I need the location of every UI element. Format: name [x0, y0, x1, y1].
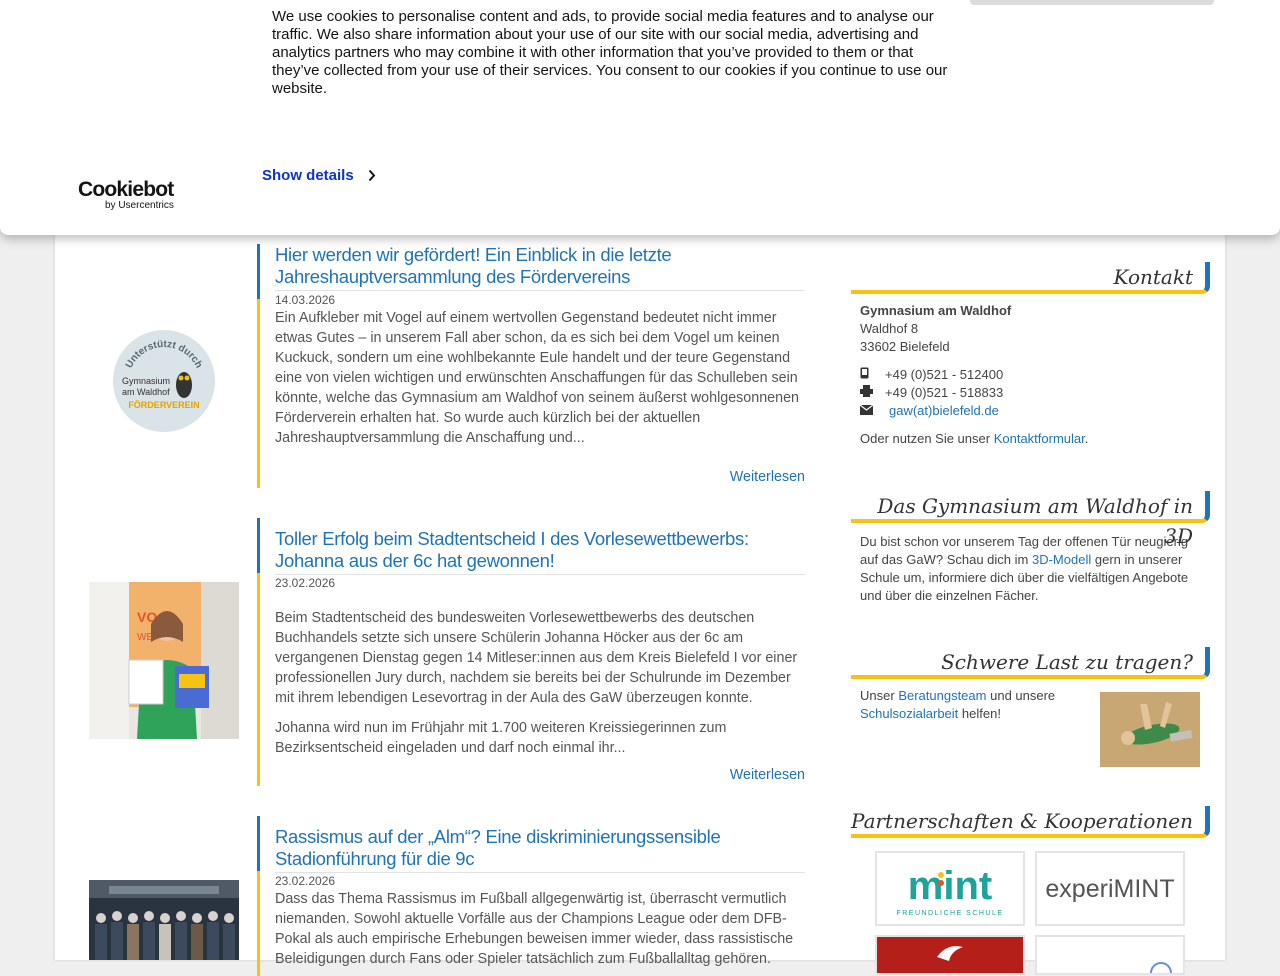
article-excerpt: Ein Aufkleber mit Vogel auf einem wertvo…	[275, 308, 805, 448]
article-paragraph: Johanna wird nun im Frühjahr mit 1.700 w…	[275, 720, 727, 756]
cookie-action-bar[interactable]	[970, 0, 1214, 5]
contact-form-prefix: Oder nutzen Sie unser	[860, 431, 991, 446]
article-excerpt: Dass das Thema Rassismus im Fußball allg…	[275, 889, 805, 969]
contact-form-link[interactable]: Kontaktformular	[994, 431, 1085, 446]
article-date: 23.02.2026	[275, 576, 336, 590]
widget-heading: Schwere Last zu tragen?	[851, 647, 1210, 679]
article-paragraph: Dass das Thema Rassismus im Fußball allg…	[275, 891, 794, 967]
article-date: 23.02.2026	[275, 874, 336, 888]
read-more-link[interactable]: Weiterlesen	[730, 767, 805, 783]
partner-logo-blue[interactable]	[1035, 935, 1185, 975]
widget-text: Unser Beratungsteam und unsere Schulsozi…	[851, 679, 1071, 723]
fax-number: +49 (0)521 - 518833	[885, 385, 1004, 400]
contact-form-line: Oder nutzen Sie unser Kontaktformular.	[860, 430, 1210, 448]
article-title[interactable]: Rassismus auf der „Alm“? Eine diskrimini…	[275, 816, 805, 873]
text-segment: helfen!	[961, 706, 1001, 721]
partner-logo-red[interactable]	[875, 935, 1025, 975]
chevron-right-icon	[368, 169, 376, 181]
widget-heading: Kontakt	[851, 262, 1210, 294]
svg-text:FREUNDLICHE SCHULE: FREUNDLICHE SCHULE	[896, 910, 1003, 917]
widget-3d-model: Das Gymnasium am Waldhof in 3D Du bist s…	[851, 491, 1210, 605]
article-foerderverein: Hier werden wir gefördert! Ein Einblick …	[257, 244, 805, 488]
cookiebot-wordmark: Cookiebot	[78, 178, 174, 201]
svg-text:WE: WE	[137, 632, 153, 643]
article-date: 14.03.2026	[275, 293, 336, 307]
foerderverein-badge: Unterstützt durch Gymnasium am Waldhof F…	[112, 329, 216, 433]
widget-text: Du bist schon vor unserem Tag der offene…	[851, 523, 1210, 605]
street-address: Waldhof 8	[860, 321, 919, 336]
envelope-icon	[859, 402, 885, 420]
text-segment: und unsere	[990, 688, 1056, 703]
article-title[interactable]: Toller Erfolg beim Stadtentscheid I des …	[275, 518, 805, 575]
printer-icon	[860, 384, 885, 402]
widget-partner: Partnerschaften & Kooperationen	[851, 806, 1210, 838]
show-details-label: Show details	[262, 166, 354, 184]
article-vorlesewettbewerb: Toller Erfolg beim Stadtentscheid I des …	[257, 518, 805, 786]
show-details-button[interactable]: Show details	[262, 165, 376, 185]
widget-kontakt: Kontakt Gymnasium am Waldhof Waldhof 8 3…	[851, 262, 1210, 448]
schulsozialarbeit-link[interactable]: Schulsozialarbeit	[860, 706, 958, 721]
article-excerpt: Beim Stadtentscheid des bundesweiten Vor…	[275, 608, 805, 758]
school-name: Gymnasium am Waldhof	[860, 303, 1012, 318]
cookie-consent-text: We use cookies to personalise content an…	[272, 8, 948, 97]
article-photo-stadion	[89, 880, 239, 960]
article-photo-johanna: VO WE	[89, 582, 239, 739]
article-rassismus: Rassismus auf der „Alm“? Eine diskrimini…	[257, 816, 805, 976]
widget-heading: Das Gymnasium am Waldhof in 3D	[851, 491, 1210, 548]
svg-text:experiMINT: experiMINT	[1045, 875, 1174, 903]
cookiebot-byline: by Usercentrics	[105, 200, 174, 211]
svg-text:am Waldhof: am Waldhof	[122, 387, 170, 397]
email-line: gaw(at)bielefeld.de	[859, 402, 1210, 420]
svg-text:FÖRDERVEREIN: FÖRDERVEREIN	[128, 400, 199, 410]
email-link[interactable]: gaw(at)bielefeld.de	[889, 402, 999, 420]
widget-heading: Partnerschaften & Kooperationen	[851, 806, 1210, 838]
article-paragraph: Ein Aufkleber mit Vogel auf einem wertvo…	[275, 310, 799, 446]
phone-line: +49 (0)521 - 512400	[860, 366, 1210, 384]
mint-freundliche-schule-logo[interactable]: mint FREUNDLICHE SCHULE	[875, 851, 1025, 926]
cookiebot-logo: Cookiebot by Usercentrics	[78, 179, 188, 213]
beratungsteam-link[interactable]: Beratungsteam	[898, 688, 986, 703]
read-more-link[interactable]: Weiterlesen	[730, 469, 805, 485]
svg-text:mint: mint	[908, 864, 992, 908]
city-address: 33602 Bielefeld	[860, 339, 950, 354]
article-paragraph: Beim Stadtentscheid des bundesweiten Vor…	[275, 610, 798, 706]
3d-model-link[interactable]: 3D-Modell	[1032, 552, 1091, 567]
article-accent-border	[257, 244, 260, 488]
text-segment: Unser	[860, 688, 895, 703]
widget-beratung: Schwere Last zu tragen? Unser Beratungst…	[851, 647, 1210, 767]
svg-text:Gymnasium: Gymnasium	[122, 376, 170, 386]
contact-details: Gymnasium am Waldhof Waldhof 8 33602 Bie…	[851, 294, 1210, 448]
cookie-consent-banner: We use cookies to personalise content an…	[0, 0, 1280, 235]
article-accent-border	[257, 518, 260, 786]
experimint-logo[interactable]: experiMINT	[1035, 851, 1185, 926]
beratung-image	[1100, 692, 1200, 767]
article-accent-border	[257, 816, 260, 976]
fax-line: +49 (0)521 - 518833	[860, 384, 1210, 402]
contact-form-suffix: .	[1084, 431, 1089, 446]
phone-number: +49 (0)521 - 512400	[885, 367, 1004, 382]
mobile-phone-icon	[860, 366, 885, 384]
article-title[interactable]: Hier werden wir gefördert! Ein Einblick …	[275, 244, 805, 291]
